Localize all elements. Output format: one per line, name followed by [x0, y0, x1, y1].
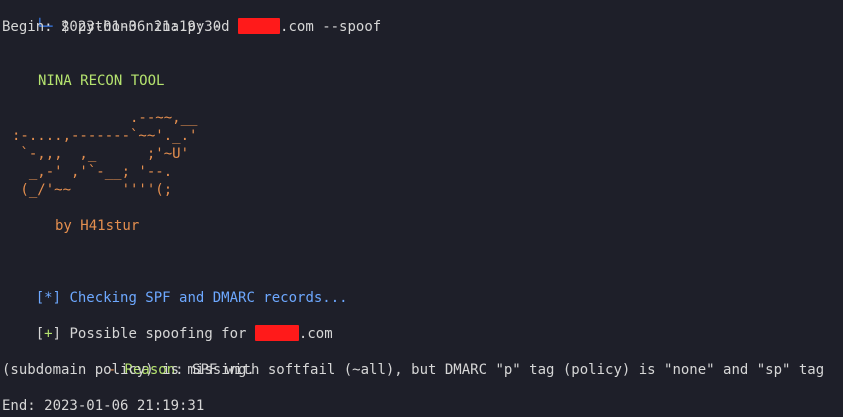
ascii-art-line: :-....,-------`~~'._.'	[12, 128, 198, 144]
ascii-art-line: _,-' ,'`-__; '--.	[12, 164, 173, 180]
redacted-domain	[254, 325, 299, 341]
begin-timestamp: Begin: 2023-01-06 21:19:30	[2, 19, 222, 35]
redacted-domain	[238, 18, 281, 34]
end-timestamp: End: 2023-01-06 21:19:31	[2, 398, 205, 414]
author-credit: by H41stur	[55, 218, 140, 234]
success-marker: [+]	[35, 326, 62, 342]
ascii-art-line: (_/'~~ ''''(;	[12, 182, 173, 198]
result-text-end: .com	[298, 326, 333, 342]
command-text-end: .com --spoof	[280, 19, 382, 35]
ascii-art-line: .--~~,__	[12, 110, 198, 126]
terminal-window[interactable]: └─ $ python3 nina.py -d .com --spoof Beg…	[0, 0, 843, 417]
reason-continuation: (subdomain policy) is missing.	[2, 362, 255, 378]
result-text: Possible spoofing for	[61, 326, 255, 342]
checking-text: Checking SPF and DMARC records...	[61, 290, 348, 306]
ascii-art-line: `-,,, ,_ ;'~U'	[12, 146, 190, 162]
info-marker: [*]	[35, 290, 62, 306]
reason-text: : SPF with softfail (~all), but DMARC "p…	[175, 362, 825, 378]
tool-title: NINA RECON TOOL	[38, 73, 165, 89]
